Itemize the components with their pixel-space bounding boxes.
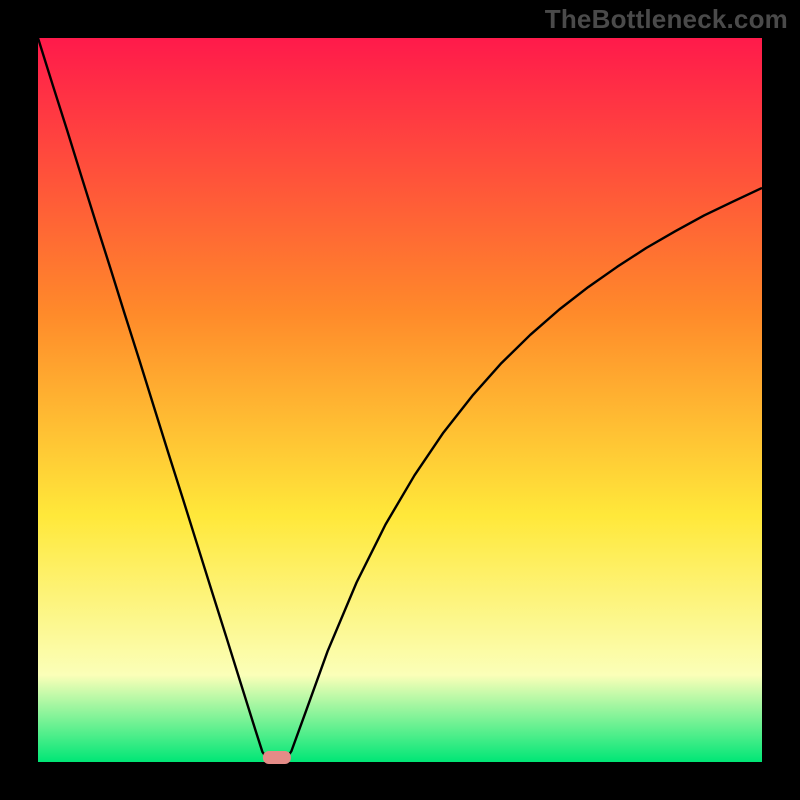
- chart-frame: { "watermark": "TheBottleneck.com", "col…: [0, 0, 800, 800]
- sweet-spot-marker: [263, 751, 291, 764]
- bottleneck-chart: [0, 0, 800, 800]
- watermark-text: TheBottleneck.com: [545, 4, 788, 35]
- plot-background: [38, 38, 762, 762]
